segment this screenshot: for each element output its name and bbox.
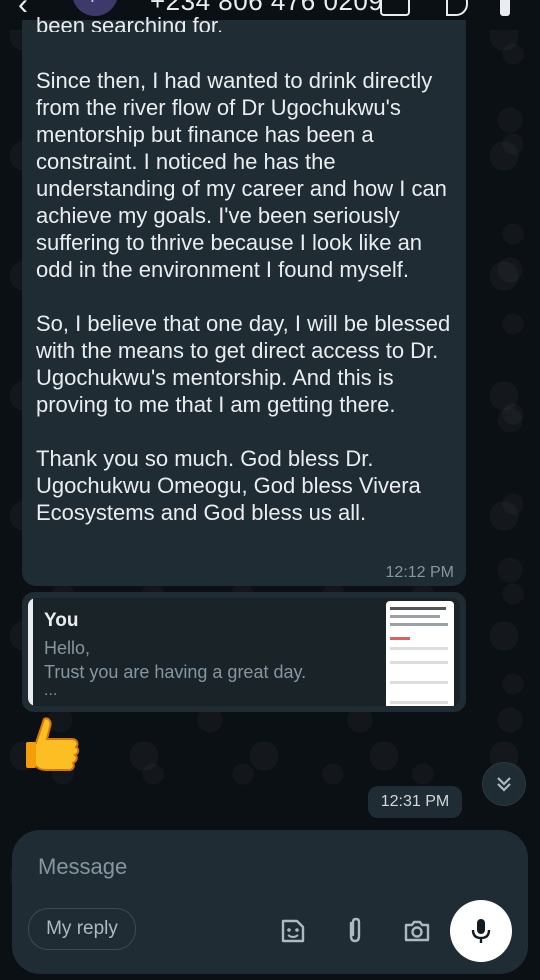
thumbs-up-icon[interactable] [22,715,82,779]
quoted-author: You [44,610,79,631]
message-composer: My reply [12,830,528,974]
incoming-message-bubble[interactable]: been searching for. Since then, I had wa… [22,13,466,586]
message-cutoff-text: been searching for. [36,13,224,32]
quoted-message[interactable]: You Hello, Trust you are having a great … [28,598,460,706]
quoted-ellipsis: ... [44,682,58,699]
quoted-image-thumbnail [386,601,454,706]
chevron-double-down-icon [497,777,511,792]
reaction-time: 12:31 PM [368,786,462,818]
sticker-icon[interactable] [278,916,308,946]
my-reply-chip[interactable]: My reply [28,908,136,950]
message-time: 12:12 PM [385,564,454,581]
menu-icon[interactable] [500,0,510,16]
outgoing-reply-bubble[interactable]: You Hello, Trust you are having a great … [22,592,466,712]
attach-icon[interactable] [340,916,370,946]
quoted-text-line1: Hello, [44,638,91,658]
mic-icon [471,919,491,943]
back-arrow-icon[interactable]: ‹ [18,0,28,22]
camera-icon[interactable] [402,916,432,946]
scroll-to-bottom-button[interactable] [482,762,526,806]
avatar-letter: + [86,0,99,10]
quoted-text-line2: Trust you are having a great day. [44,662,307,682]
video-call-icon[interactable] [380,0,410,16]
quote-bar [28,598,33,706]
message-input[interactable] [36,848,500,886]
message-text: Since then, I had wanted to drink direct… [36,68,451,525]
voice-call-icon[interactable] [446,0,468,16]
mic-button[interactable] [450,900,512,962]
